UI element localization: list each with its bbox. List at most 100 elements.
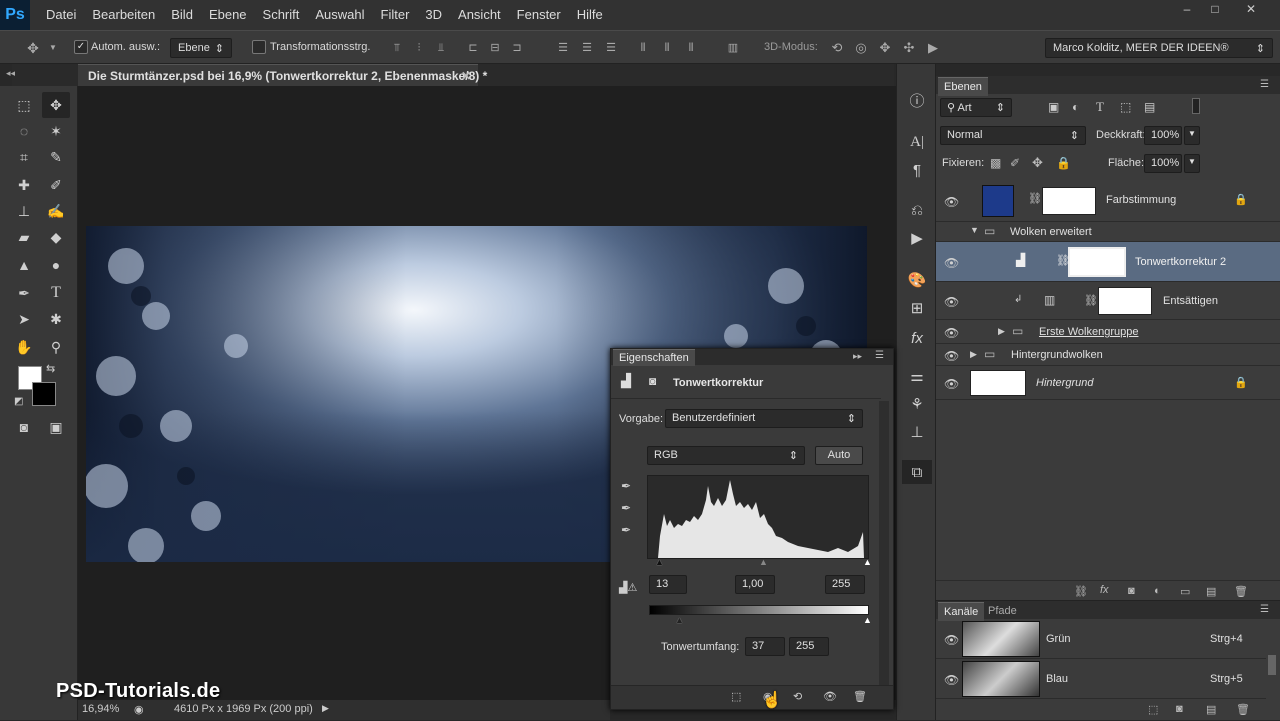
preset-dropdown[interactable]: Benutzerdefiniert ⇕ bbox=[665, 409, 863, 428]
drag-3d-icon[interactable]: ✥ bbox=[878, 41, 892, 55]
auto-button[interactable]: Auto bbox=[815, 446, 863, 465]
filter-pixel-icon[interactable]: ▣ bbox=[1048, 100, 1059, 114]
mask-icon[interactable]: ◙ bbox=[649, 374, 656, 388]
dodge-tool-icon[interactable]: ● bbox=[42, 252, 70, 278]
output-black-field[interactable]: 37 bbox=[745, 637, 785, 656]
align-hcenter-icon[interactable]: ⊟ bbox=[488, 41, 502, 55]
delete-adjustment-icon[interactable]: 🗑 bbox=[853, 690, 867, 703]
eyedropper-icon[interactable]: ✎ bbox=[42, 144, 70, 170]
doc-info-icon[interactable]: ◉ bbox=[134, 703, 144, 716]
menu-bild[interactable]: Bild bbox=[163, 0, 201, 30]
layer-group-hintergrundwolken[interactable]: 👁 ▶ ▭ Hintergrundwolken bbox=[936, 344, 1280, 366]
menu-schrift[interactable]: Schrift bbox=[255, 0, 308, 30]
menu-hilfe[interactable]: Hilfe bbox=[569, 0, 611, 30]
distribute-left-icon[interactable]: ⦀ bbox=[636, 41, 650, 55]
visibility-eye-icon[interactable]: 👁 bbox=[944, 195, 959, 209]
add-style-fx-icon[interactable]: fx bbox=[1100, 584, 1109, 596]
lock-pixels-icon[interactable]: ✐ bbox=[1010, 156, 1020, 170]
type-tool-icon[interactable]: T bbox=[42, 280, 70, 306]
load-selection-icon[interactable]: ⬚ bbox=[1148, 703, 1158, 716]
filter-smart-object-icon[interactable]: ▤ bbox=[1144, 100, 1155, 114]
channel-dropdown[interactable]: RGB ⇕ bbox=[647, 446, 805, 465]
add-mask-icon[interactable]: ◙ bbox=[1128, 585, 1135, 597]
magic-wand-icon[interactable]: ✶ bbox=[42, 118, 70, 144]
adjustments-grid-icon[interactable]: ⊞ bbox=[902, 296, 932, 320]
lock-position-icon[interactable]: ✥ bbox=[1032, 155, 1043, 171]
output-black-slider[interactable]: ▲ bbox=[675, 615, 684, 625]
expand-down-icon[interactable]: ▼ bbox=[970, 225, 979, 235]
channel-row-gruen[interactable]: 👁 Grün Strg+4 bbox=[936, 619, 1266, 659]
white-eyedropper-icon[interactable]: ✒ bbox=[621, 523, 631, 537]
roll-3d-icon[interactable]: ◎ bbox=[854, 41, 868, 55]
shape-tool-icon[interactable]: ✱ bbox=[42, 306, 70, 332]
layer-row-tonwertkorrektur-2-selected[interactable]: 👁 ▟ ⛓ Tonwertkorrektur 2 bbox=[936, 242, 1280, 282]
visibility-eye-icon[interactable] bbox=[944, 226, 958, 238]
output-white-slider[interactable]: ▲ bbox=[863, 615, 872, 625]
tool-presets-icon[interactable]: ⚘ bbox=[902, 392, 932, 416]
menu-filter[interactable]: Filter bbox=[373, 0, 418, 30]
channel-row-blau[interactable]: 👁 Blau Strg+5 bbox=[936, 659, 1266, 699]
auto-align-icon[interactable]: ▥ bbox=[726, 41, 740, 55]
align-vcenter-icon[interactable]: ⫶ bbox=[412, 41, 426, 55]
menu-ebene[interactable]: Ebene bbox=[201, 0, 255, 30]
info-icon[interactable]: ⓘ bbox=[902, 88, 932, 112]
filter-adjustment-icon[interactable]: ◐ bbox=[1072, 100, 1079, 114]
close-tab-icon[interactable]: ✕ bbox=[461, 69, 471, 83]
channels-scrollbar-thumb[interactable] bbox=[1268, 655, 1276, 675]
distribute-bottom-icon[interactable]: ☰ bbox=[604, 41, 618, 55]
distribute-hcenter-icon[interactable]: ⦀ bbox=[660, 41, 674, 55]
lock-transparency-icon[interactable]: ▩ bbox=[990, 156, 1001, 170]
input-black-slider[interactable]: ▲ bbox=[655, 557, 664, 567]
marquee-tool-icon[interactable]: ⬚ bbox=[10, 92, 38, 118]
swatches-icon[interactable]: 🎨 bbox=[902, 268, 932, 292]
new-layer-icon[interactable]: ▤ bbox=[1206, 585, 1216, 598]
panel-menu-icon[interactable]: ☰ bbox=[875, 350, 884, 361]
layer-name[interactable]: Hintergrundwolken bbox=[1011, 349, 1103, 361]
pen-tool-icon[interactable]: ✒ bbox=[10, 280, 38, 306]
tab-eigenschaften[interactable]: Eigenschaften bbox=[613, 349, 695, 366]
background-color-swatch[interactable] bbox=[32, 382, 56, 406]
slide-3d-icon[interactable]: ✣ bbox=[902, 41, 916, 55]
blur-tool-icon[interactable]: ▲ bbox=[10, 252, 38, 278]
delete-layer-icon[interactable]: 🗑 bbox=[1234, 585, 1248, 598]
filter-toggle-switch[interactable] bbox=[1192, 98, 1200, 114]
opacity-dropdown-icon[interactable]: ▼ bbox=[1184, 126, 1200, 145]
layer-name[interactable]: Wolken erweitert bbox=[1010, 226, 1092, 238]
menu-ansicht[interactable]: Ansicht bbox=[450, 0, 509, 30]
layer-group-erste-wolkengruppe[interactable]: 👁 ▶ ▭ Erste Wolkengruppe bbox=[936, 320, 1280, 344]
align-right-icon[interactable]: ⊐ bbox=[510, 41, 524, 55]
fill-input[interactable]: 100% bbox=[1144, 154, 1182, 173]
visibility-eye-icon[interactable]: 👁 bbox=[944, 256, 959, 270]
stamp-tool-icon[interactable]: ⊥ bbox=[10, 198, 38, 224]
input-white-field[interactable]: 255 bbox=[825, 575, 865, 594]
move-tool-icon[interactable]: ✥ bbox=[42, 92, 70, 118]
layer-name[interactable]: Entsättigen bbox=[1163, 295, 1218, 307]
clipping-warning-icon[interactable]: ▟⚠ bbox=[619, 581, 637, 594]
layer-name[interactable]: Hintergrund bbox=[1036, 377, 1093, 389]
auto-select-checkbox[interactable]: ✓ bbox=[74, 40, 88, 54]
tab-ebenen[interactable]: Ebenen bbox=[938, 77, 988, 96]
eraser-tool-icon[interactable]: ▰ bbox=[10, 224, 38, 250]
properties-scrollbar[interactable] bbox=[879, 401, 889, 685]
history-brush-icon[interactable]: ✍ bbox=[42, 198, 70, 224]
properties-sliders-icon[interactable]: ⚌ bbox=[902, 364, 932, 388]
layer-mask-thumbnail[interactable] bbox=[1068, 247, 1126, 277]
default-colors-icon[interactable]: ◩ bbox=[14, 396, 23, 407]
paragraph-icon[interactable]: ¶ bbox=[902, 158, 932, 182]
swap-colors-icon[interactable]: ⇆ bbox=[46, 362, 55, 375]
lock-all-icon[interactable]: 🔒 bbox=[1056, 156, 1071, 170]
menu-auswahl[interactable]: Auswahl bbox=[307, 0, 372, 30]
actions-play-icon[interactable]: ▶ bbox=[902, 226, 932, 250]
black-eyedropper-icon[interactable]: ✒ bbox=[621, 479, 631, 493]
hand-tool-icon[interactable]: ✋ bbox=[10, 334, 38, 360]
menu-3d[interactable]: 3D bbox=[417, 0, 450, 30]
panel-menu-icon[interactable]: ☰ bbox=[1260, 604, 1269, 615]
document-tab[interactable]: Die Sturmtänzer.psd bei 16,9% (Tonwertko… bbox=[78, 64, 487, 86]
layer-mask-thumbnail[interactable] bbox=[1042, 187, 1096, 215]
crop-tool-icon[interactable]: ⌗ bbox=[10, 144, 38, 170]
distribute-top-icon[interactable]: ☰ bbox=[556, 41, 570, 55]
tab-pfade[interactable]: Pfade bbox=[988, 605, 1017, 617]
layer-row-hintergrund[interactable]: 👁 Hintergrund 🔒 bbox=[936, 366, 1280, 400]
collapse-toolbar-icon[interactable]: ◂◂ bbox=[6, 68, 15, 79]
layer-name[interactable]: Farbstimmung bbox=[1106, 194, 1176, 206]
